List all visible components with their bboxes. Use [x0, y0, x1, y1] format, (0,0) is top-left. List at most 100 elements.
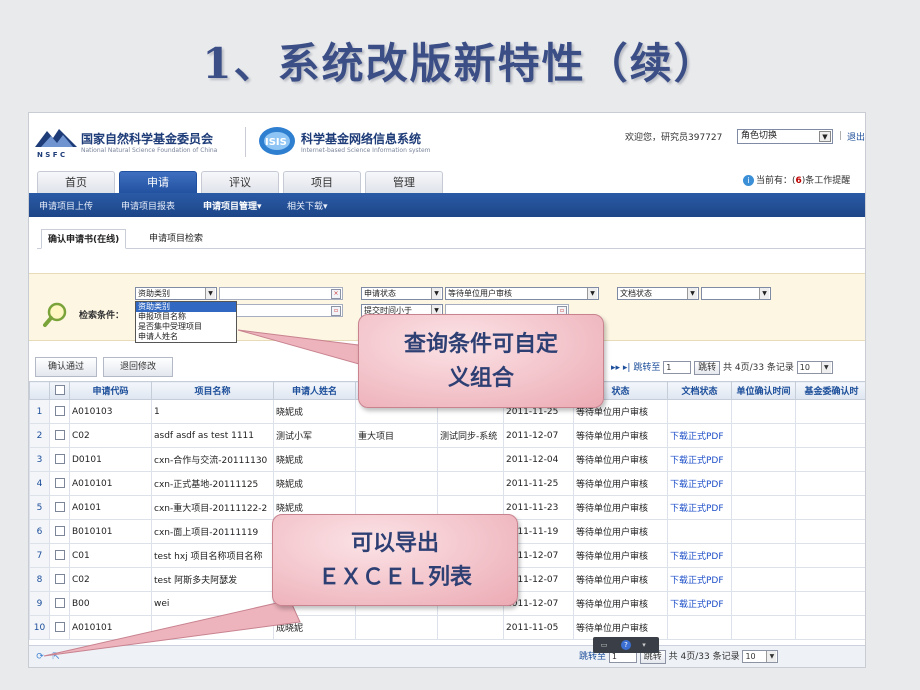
row-checkbox[interactable] — [54, 622, 65, 633]
row-checkbox-cell[interactable] — [49, 447, 70, 472]
download-pdf-link[interactable]: 下载正式PDF — [667, 447, 732, 472]
reject-button[interactable]: 退回修改 — [103, 357, 173, 377]
tab-home[interactable]: 首页 — [37, 171, 115, 193]
cell-unit-confirm — [731, 543, 796, 568]
column-header[interactable]: 文档状态 — [667, 381, 732, 400]
cell-code: B00 — [69, 591, 152, 616]
cell-code: C01 — [69, 543, 152, 568]
row-number: 9 — [29, 591, 50, 616]
logout-link[interactable]: 退出 — [847, 130, 865, 143]
download-pdf-link[interactable] — [667, 399, 732, 424]
doc-status-value-select[interactable]: ▼ — [701, 287, 771, 300]
calendar-icon[interactable]: ▫ — [331, 306, 341, 316]
row-checkbox-cell[interactable] — [49, 495, 70, 520]
row-checkbox-cell[interactable] — [49, 591, 70, 616]
row-checkbox[interactable] — [54, 526, 65, 537]
row-checkbox-cell[interactable] — [49, 543, 70, 568]
cell-name: test 阿斯多夫阿瑟发 — [151, 567, 274, 592]
pager-nav-icons[interactable]: ▸▸ ▸| — [611, 363, 630, 373]
row-checkbox[interactable] — [54, 430, 65, 441]
cell-nsfc-confirm — [795, 495, 865, 520]
help-icon[interactable]: ? — [621, 640, 631, 650]
subtab-confirm-online[interactable]: 确认申请书(在线) — [41, 229, 127, 249]
subnav-upload[interactable]: 申请项目上传 — [39, 199, 93, 212]
tab-manage[interactable]: 管理 — [365, 171, 443, 193]
subtab-search[interactable]: 申请项目检索 — [143, 229, 209, 249]
cell-unit-confirm — [731, 591, 796, 616]
dropdown-option[interactable]: 申报项目名称 — [136, 312, 236, 322]
search-condition-label: 检索条件： — [79, 311, 125, 321]
row-checkbox-cell[interactable] — [49, 423, 70, 448]
confirm-button[interactable]: 确认通过 — [35, 357, 97, 377]
select-all-checkbox[interactable] — [54, 385, 65, 396]
chevron-down-icon[interactable]: ▾ — [639, 640, 649, 650]
row-checkbox[interactable] — [54, 598, 65, 609]
download-pdf-link[interactable]: 下载正式PDF — [667, 495, 732, 520]
status-value-text: 等待单位用户审核 — [448, 289, 512, 298]
cell-type — [355, 471, 438, 496]
download-pdf-link[interactable]: 下载正式PDF — [667, 591, 732, 616]
condition-value-3[interactable] — [219, 304, 343, 317]
clear-icon[interactable]: × — [331, 289, 341, 299]
download-pdf-link[interactable]: 下载正式PDF — [667, 567, 732, 592]
subnav-downloads[interactable]: 相关下载▾ — [287, 199, 328, 212]
status-value-select[interactable]: 等待单位用户审核 ▼ — [445, 287, 599, 300]
dropdown-option[interactable]: 是否集中受理项目 — [136, 322, 236, 332]
row-checkbox-cell[interactable] — [49, 615, 70, 640]
table-row[interactable]: 10 A010101 成晓妮 2011-11-05 等待单位用户审核 — [29, 615, 865, 640]
cell-type — [355, 615, 438, 640]
download-pdf-link[interactable]: 下载正式PDF — [667, 423, 732, 448]
download-pdf-link[interactable]: 下载正式PDF — [667, 543, 732, 568]
work-reminder[interactable]: i 当前有：(6)条工作提醒 — [743, 173, 850, 186]
column-header[interactable]: 单位确认时间 — [731, 381, 796, 400]
export-excel-icon[interactable]: ⇱ — [51, 652, 61, 662]
row-checkbox[interactable] — [54, 550, 65, 561]
download-pdf-link[interactable] — [667, 615, 732, 640]
app-header: N S F C 国家自然科学基金委员会 National Natural Sci… — [29, 113, 865, 165]
column-header[interactable]: 申请人姓名 — [273, 381, 356, 400]
tab-project[interactable]: 项目 — [283, 171, 361, 193]
column-header[interactable]: 基金委确认时 — [795, 381, 865, 400]
row-checkbox-cell[interactable] — [49, 471, 70, 496]
tab-review[interactable]: 评议 — [201, 171, 279, 193]
condition-select-2-value: 申请状态 — [364, 289, 396, 298]
select-all-header[interactable] — [49, 381, 70, 400]
row-checkbox[interactable] — [54, 502, 65, 513]
page-size-select[interactable]: 10 ▼ — [796, 361, 833, 374]
dropdown-option[interactable]: 申请人姓名 — [136, 332, 236, 342]
download-pdf-link[interactable]: 下载正式PDF — [667, 471, 732, 496]
condition-value-1[interactable] — [219, 287, 343, 300]
condition-select-4[interactable]: 文档状态 ▼ — [617, 287, 699, 300]
table-row[interactable]: 4 A010101 cxn-正式基地-20111125 晓妮成 2011-11-… — [29, 471, 865, 496]
row-checkbox[interactable] — [54, 574, 65, 585]
table-row[interactable]: 2 C02 asdf asdf as test 1111 测试小军 重大项目 测… — [29, 423, 865, 448]
callout-1-line-2: 义组合 — [447, 366, 514, 391]
row-checkbox[interactable] — [54, 454, 65, 465]
column-header[interactable]: 申请代码 — [69, 381, 152, 400]
row-checkbox-cell[interactable] — [49, 519, 70, 544]
subnav-manage[interactable]: 申请项目管理▾ — [203, 199, 262, 212]
condition-select-1[interactable]: 资助类别 ▼ — [135, 287, 217, 300]
cell-status: 等待单位用户审核 — [573, 543, 668, 568]
row-checkbox-cell[interactable] — [49, 567, 70, 592]
condition-select-2[interactable]: 申请状态 ▼ — [361, 287, 443, 300]
keyboard-icon[interactable]: ▭ — [599, 640, 609, 650]
role-switch-select[interactable]: 角色切换 ▼ — [737, 129, 833, 144]
cell-status: 等待单位用户审核 — [573, 495, 668, 520]
dropdown-option[interactable]: 资助类别 — [136, 302, 236, 312]
subnav-report[interactable]: 申请项目报表 — [121, 199, 175, 212]
table-row[interactable]: 3 D0101 cxn-合作与交流-20111130 晓妮成 2011-12-0… — [29, 447, 865, 472]
cell-org — [437, 447, 504, 472]
row-checkbox[interactable] — [54, 406, 65, 417]
floating-toolbar: ▭ ? ▾ — [593, 637, 659, 653]
refresh-icon[interactable]: ⟳ — [35, 652, 45, 662]
download-pdf-link[interactable] — [667, 519, 732, 544]
page-size-select[interactable]: 10 ▼ — [742, 650, 779, 663]
row-checkbox-cell[interactable] — [49, 399, 70, 424]
column-header[interactable]: 项目名称 — [151, 381, 274, 400]
nsfc-logo-icon: N S F C — [35, 129, 77, 159]
row-checkbox[interactable] — [54, 478, 65, 489]
jump-button[interactable]: 跳转 — [694, 360, 721, 375]
tab-apply[interactable]: 申请 — [119, 171, 197, 194]
page-number-input[interactable]: 1 — [663, 361, 692, 374]
